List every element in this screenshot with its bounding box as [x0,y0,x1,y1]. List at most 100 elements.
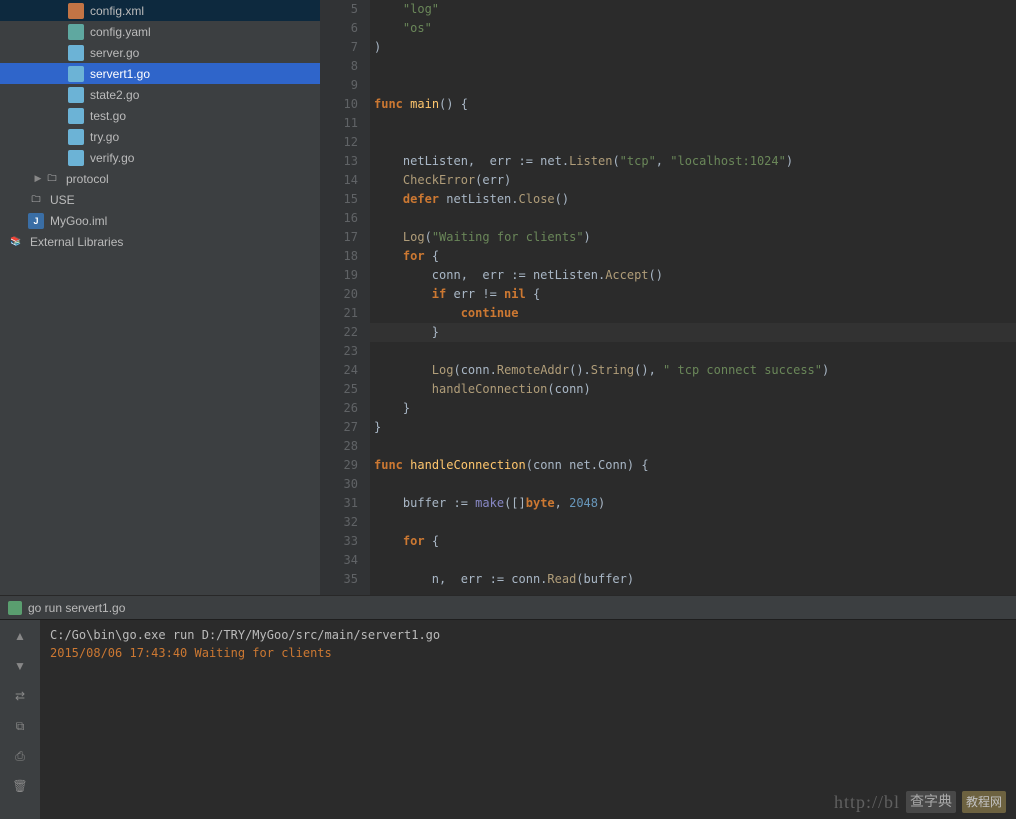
code-line[interactable] [370,57,1016,76]
line-number: 5 [320,0,358,19]
tree-item-test-go[interactable]: test.go [0,105,320,126]
code-line[interactable] [370,114,1016,133]
tree-item-external-libraries[interactable]: 📚External Libraries [0,231,320,252]
clear-icon[interactable]: 🗑 [8,774,32,798]
tree-item-label: config.yaml [90,25,151,39]
code-line[interactable]: } [370,399,1016,418]
line-number: 18 [320,247,358,266]
tree-item-mygoo-iml[interactable]: J MyGoo.iml [0,210,320,231]
lib-file-icon: 📚 [8,234,24,250]
code-line[interactable]: for { [370,532,1016,551]
line-number: 21 [320,304,358,323]
line-number: 16 [320,209,358,228]
tree-item-label: try.go [90,130,119,144]
yaml-file-icon [68,24,84,40]
line-number: 11 [320,114,358,133]
line-number: 30 [320,475,358,494]
line-number: 29− [320,456,358,475]
line-number: 7− [320,38,358,57]
chevron-right-icon[interactable]: ▶ [32,173,44,185]
code-content[interactable]: "log" "os") func main() { netListen, err … [370,0,1016,595]
line-number: 35 [320,570,358,589]
console-output[interactable]: C:/Go\bin\go.exe run D:/TRY/MyGoo/src/ma… [40,620,1016,819]
line-number: 31 [320,494,358,513]
code-line[interactable] [370,342,1016,361]
code-line[interactable]: if err != nil { [370,285,1016,304]
code-line[interactable]: func main() { [370,95,1016,114]
line-number: 23 [320,342,358,361]
print-icon[interactable]: ⎙ [8,744,32,768]
tree-item-label: config.xml [90,4,144,18]
console-toolbar: ▲ ▼ ⇄ ⧉ ⎙ 🗑 [0,620,40,819]
tree-item-state2-go[interactable]: state2.go [0,84,320,105]
tree-item-server-go[interactable]: server.go [0,42,320,63]
code-line[interactable]: conn, err := netListen.Accept() [370,266,1016,285]
tree-item-label: USE [50,193,75,207]
code-line[interactable]: Log("Waiting for clients") [370,228,1016,247]
watermark: http://bl 查字典 教程网 [834,791,1006,813]
code-line[interactable]: handleConnection(conn) [370,380,1016,399]
code-line[interactable] [370,209,1016,228]
wrap-icon[interactable]: ⇄ [8,684,32,708]
tree-item-verify-go[interactable]: verify.go [0,147,320,168]
line-number: 33 [320,532,358,551]
copy-icon[interactable]: ⧉ [8,714,32,738]
tree-item-label: protocol [66,172,109,186]
line-number: 27− [320,418,358,437]
arrow-down-icon[interactable]: ▼ [8,654,32,678]
code-line[interactable] [370,437,1016,456]
code-line[interactable]: "os" [370,19,1016,38]
tree-item-try-go[interactable]: try.go [0,126,320,147]
tree-item-label: server.go [90,46,139,60]
tree-item-label: test.go [90,109,126,123]
code-line[interactable]: ) [370,38,1016,57]
tree-item-protocol[interactable]: ▶🗀protocol [0,168,320,189]
go-file-icon [68,129,84,145]
code-line[interactable] [370,513,1016,532]
line-gutter: 567−8910−1112131415161718192021222324252… [320,0,370,595]
code-line[interactable]: "log" [370,0,1016,19]
tree-item-label: verify.go [90,151,134,165]
code-line[interactable]: for { [370,247,1016,266]
code-editor[interactable]: 567−8910−1112131415161718192021222324252… [320,0,1016,595]
line-number: 12 [320,133,358,152]
code-line[interactable]: } [370,418,1016,437]
tree-item-config-xml[interactable]: config.xml [0,0,320,21]
code-line[interactable]: func handleConnection(conn net.Conn) { [370,456,1016,475]
run-icon [8,601,22,615]
go-file-icon [68,45,84,61]
tree-item-servert1-go[interactable]: servert1.go [0,63,320,84]
line-number: 9 [320,76,358,95]
line-number: 20 [320,285,358,304]
line-number: 6 [320,19,358,38]
console-line: C:/Go\bin\go.exe run D:/TRY/MyGoo/src/ma… [50,626,1006,644]
run-tab-bar[interactable]: go run servert1.go [0,595,1016,619]
code-line[interactable]: defer netListen.Close() [370,190,1016,209]
code-line[interactable] [370,551,1016,570]
go-file-icon [68,87,84,103]
line-number: 14 [320,171,358,190]
code-line[interactable] [370,475,1016,494]
line-number: 34 [320,551,358,570]
project-tree[interactable]: config.xml config.yaml server.go servert1.g… [0,0,320,595]
code-line[interactable]: buffer := make([]byte, 2048) [370,494,1016,513]
line-number: 19 [320,266,358,285]
tree-item-config-yaml[interactable]: config.yaml [0,21,320,42]
tree-item-label: state2.go [90,88,139,102]
code-line[interactable]: netListen, err := net.Listen("tcp", "loc… [370,152,1016,171]
code-line[interactable]: continue [370,304,1016,323]
code-line[interactable] [370,76,1016,95]
arrow-up-icon[interactable]: ▲ [8,624,32,648]
run-config-label[interactable]: go run servert1.go [28,601,125,615]
tree-item-use[interactable]: 🗀USE [0,189,320,210]
code-line[interactable]: CheckError(err) [370,171,1016,190]
code-line[interactable]: } [370,323,1016,342]
go-file-icon [68,108,84,124]
iml-file-icon: J [28,213,44,229]
code-line[interactable]: n, err := conn.Read(buffer) [370,570,1016,589]
xml-file-icon [68,3,84,19]
code-line[interactable]: Log(conn.RemoteAddr().String(), " tcp co… [370,361,1016,380]
tree-item-label: MyGoo.iml [50,214,107,228]
line-number: 8 [320,57,358,76]
code-line[interactable] [370,133,1016,152]
